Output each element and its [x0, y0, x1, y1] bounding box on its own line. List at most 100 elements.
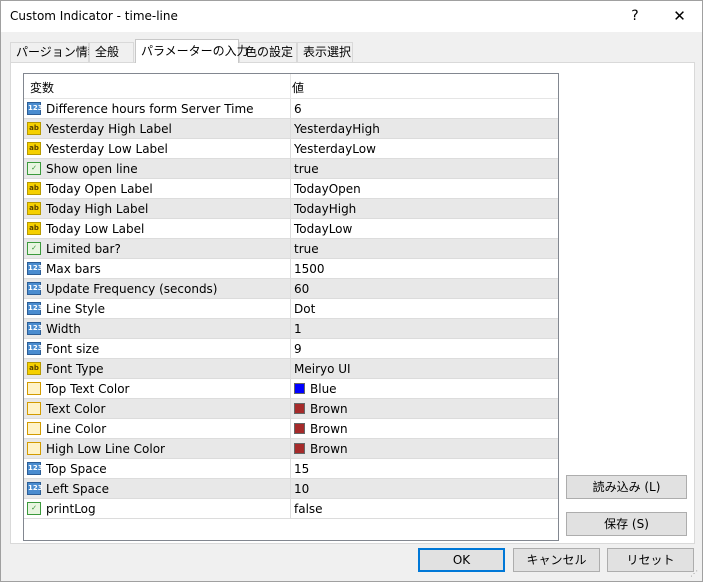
cell-divider [290, 99, 291, 118]
cell-divider [290, 119, 291, 138]
color-swatch[interactable] [294, 383, 305, 394]
reset-button[interactable]: リセット [607, 548, 694, 572]
parameter-name: Today Low Label [46, 222, 145, 236]
resize-grip-icon[interactable]: ⋰ [690, 569, 700, 579]
parameter-value[interactable]: false [294, 502, 323, 516]
parameter-name: Top Space [46, 462, 107, 476]
string-icon: ab [27, 362, 41, 375]
table-row[interactable]: ab Today Low Label TodayLow [24, 219, 558, 239]
table-row[interactable]: ab Today High Label TodayHigh [24, 199, 558, 219]
table-row[interactable]: 123 Max bars 1500 [24, 259, 558, 279]
table-row[interactable]: Text Color Brown [24, 399, 558, 419]
cell-divider [290, 319, 291, 338]
parameter-value[interactable]: true [294, 242, 319, 256]
color-icon [27, 442, 41, 455]
ok-button[interactable]: OK [418, 548, 505, 572]
tab-general[interactable]: 全般 [89, 42, 134, 62]
parameter-value[interactable]: 6 [294, 102, 302, 116]
string-icon: ab [27, 222, 41, 235]
bool-icon: ✓ [27, 242, 41, 255]
parameter-value[interactable]: YesterdayLow [294, 142, 376, 156]
color-swatch[interactable] [294, 443, 305, 454]
table-row[interactable]: ✓ Show open line true [24, 159, 558, 179]
grid-header: 変数 値 [24, 74, 558, 99]
parameter-value[interactable]: 10 [294, 482, 309, 496]
parameter-value[interactable]: Brown [310, 402, 348, 416]
table-row[interactable]: 123 Update Frequency (seconds) 60 [24, 279, 558, 299]
parameter-value[interactable]: true [294, 162, 319, 176]
color-swatch[interactable] [294, 403, 305, 414]
table-row[interactable]: ✓ printLog false [24, 499, 558, 519]
parameter-value[interactable]: Dot [294, 302, 315, 316]
parameter-value[interactable]: 15 [294, 462, 309, 476]
tab-visualization[interactable]: 表示選択 [297, 42, 353, 62]
table-row[interactable]: ab Yesterday Low Label YesterdayLow [24, 139, 558, 159]
close-button[interactable]: ✕ [657, 1, 702, 32]
cell-divider [290, 459, 291, 478]
cell-divider [290, 239, 291, 258]
window-title: Custom Indicator - time-line [10, 9, 178, 23]
parameter-name: Yesterday Low Label [46, 142, 168, 156]
tab-version-info[interactable]: パージョン情報 [10, 42, 100, 62]
save-button[interactable]: 保存 (S) [566, 512, 687, 536]
table-row[interactable]: Top Text Color Blue [24, 379, 558, 399]
parameter-value[interactable]: Blue [310, 382, 337, 396]
parameter-value[interactable]: TodayLow [294, 222, 352, 236]
grid-rows: 123 Difference hours form Server Time 6 ab Y… [24, 99, 558, 519]
color-icon [27, 382, 41, 395]
table-row[interactable]: ✓ Limited bar? true [24, 239, 558, 259]
parameter-value[interactable]: Meiryo UI [294, 362, 351, 376]
parameter-name: Show open line [46, 162, 138, 176]
cell-divider [290, 159, 291, 178]
variable-column-header[interactable]: 変数 [30, 79, 54, 96]
table-row[interactable]: 123 Difference hours form Server Time 6 [24, 99, 558, 119]
parameter-value[interactable]: TodayOpen [294, 182, 361, 196]
table-row[interactable]: 123 Left Space 10 [24, 479, 558, 499]
table-row[interactable]: ab Yesterday High Label YesterdayHigh [24, 119, 558, 139]
parameter-name: Difference hours form Server Time [46, 102, 254, 116]
parameter-value[interactable]: 1500 [294, 262, 325, 276]
table-row[interactable]: 123 Font size 9 [24, 339, 558, 359]
column-divider[interactable] [290, 74, 291, 98]
parameter-value[interactable]: 9 [294, 342, 302, 356]
custom-indicator-dialog: Custom Indicator - time-line ? ✕ パージョン情報… [0, 0, 703, 582]
parameter-name: Yesterday High Label [46, 122, 172, 136]
parameter-value[interactable]: 60 [294, 282, 309, 296]
parameter-name: Line Style [46, 302, 105, 316]
parameter-name: printLog [46, 502, 96, 516]
parameter-value[interactable]: YesterdayHigh [294, 122, 380, 136]
parameter-value[interactable]: Brown [310, 442, 348, 456]
number-icon: 123 [27, 342, 43, 355]
cell-divider [290, 399, 291, 418]
table-row[interactable]: Line Color Brown [24, 419, 558, 439]
parameter-name: Limited bar? [46, 242, 121, 256]
cell-divider [290, 419, 291, 438]
value-column-header[interactable]: 値 [292, 79, 304, 96]
cell-divider [290, 179, 291, 198]
help-button[interactable]: ? [613, 1, 657, 32]
parameter-name: Font size [46, 342, 100, 356]
parameter-name: Text Color [46, 402, 106, 416]
string-icon: ab [27, 182, 41, 195]
table-row[interactable]: 123 Line Style Dot [24, 299, 558, 319]
table-row[interactable]: High Low Line Color Brown [24, 439, 558, 459]
table-row[interactable]: ab Font Type Meiryo UI [24, 359, 558, 379]
color-swatch[interactable] [294, 423, 305, 434]
cell-divider [290, 279, 291, 298]
number-icon: 123 [27, 102, 43, 115]
number-icon: 123 [27, 262, 43, 275]
color-icon [27, 402, 41, 415]
parameter-value[interactable]: TodayHigh [294, 202, 356, 216]
parameter-value[interactable]: Brown [310, 422, 348, 436]
number-icon: 123 [27, 282, 43, 295]
cancel-button[interactable]: キャンセル [513, 548, 600, 572]
table-row[interactable]: 123 Top Space 15 [24, 459, 558, 479]
load-button[interactable]: 読み込み (L) [566, 475, 687, 499]
table-row[interactable]: 123 Width 1 [24, 319, 558, 339]
parameter-name: Line Color [46, 422, 107, 436]
parameters-panel: 変数 値 123 Difference hours form Server Tim… [10, 62, 695, 544]
parameter-name: Font Type [46, 362, 104, 376]
tab-parameters[interactable]: パラメーターの入力 [135, 39, 249, 63]
parameter-value[interactable]: 1 [294, 322, 302, 336]
table-row[interactable]: ab Today Open Label TodayOpen [24, 179, 558, 199]
